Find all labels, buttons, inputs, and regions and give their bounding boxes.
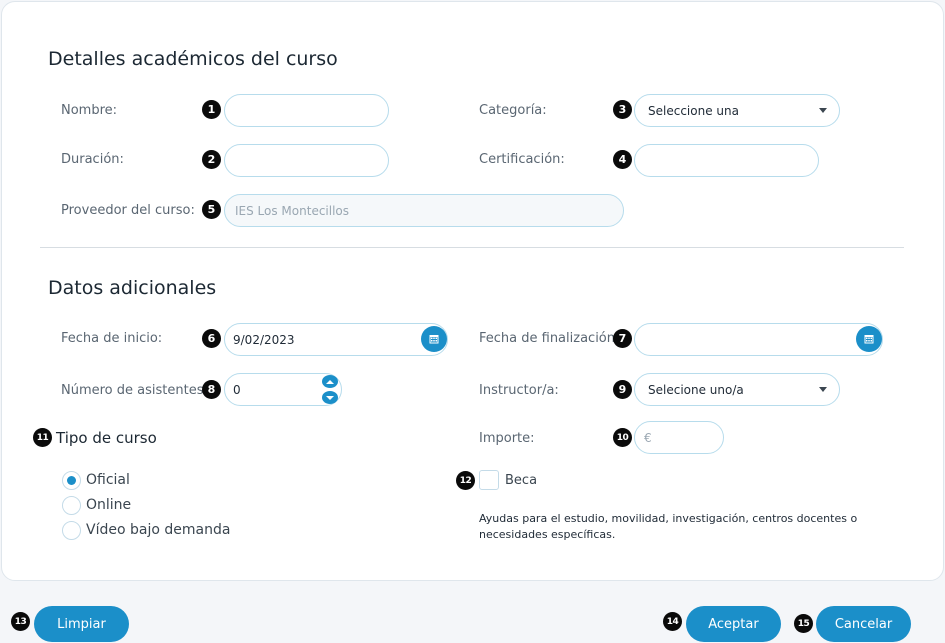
categoria-select[interactable]: Seleccione una [634,94,840,127]
fecha-fin-label: Fecha de finalización: [479,331,620,346]
instructor-select[interactable]: Selecione uno/a [634,373,840,406]
categoria-label: Categoría: [479,103,547,118]
chevron-up-icon [326,379,334,384]
asistentes-value: 0 [233,382,241,397]
chevron-down-icon [326,395,334,400]
asistentes-label: Número de asistentes: [61,383,208,398]
certificacion-input[interactable] [634,144,819,177]
calendar-button-fin[interactable] [856,326,882,352]
nombre-input[interactable] [224,94,389,127]
badge-9: 9 [613,380,632,399]
proveedor-value: IES Los Montecillos [235,203,350,218]
badge-4: 4 [613,150,632,169]
beca-checkbox[interactable] [479,470,499,490]
proveedor-label: Proveedor del curso: [61,203,195,218]
tipo-curso-label: Tipo de curso [56,429,157,447]
badge-10: 10 [613,428,632,447]
importe-label: Importe: [479,431,535,446]
beca-label[interactable]: Beca [505,473,537,488]
instructor-selected-value: Selecione uno/a [648,382,744,397]
duracion-input[interactable] [224,144,389,177]
calendar-icon [429,335,439,344]
badge-6: 6 [202,329,221,348]
aceptar-button[interactable]: Aceptar [686,606,781,642]
radio-online-label[interactable]: Online [86,497,131,513]
radio-selected-dot [67,476,76,485]
badge-7: 7 [613,329,632,348]
badge-8: 8 [202,380,221,399]
limpiar-button[interactable]: Limpiar [34,606,129,642]
section-divider [40,247,904,248]
badge-2: 2 [202,150,221,169]
badge-15: 15 [794,614,813,633]
badge-11: 11 [33,428,52,447]
chevron-down-icon [819,108,827,113]
section-title-additional: Datos adicionales [48,277,217,299]
importe-input[interactable]: € [634,421,724,454]
fecha-inicio-label: Fecha de inicio: [61,331,163,346]
badge-3: 3 [613,100,632,119]
cancelar-button[interactable]: Cancelar [816,606,911,642]
increment-button[interactable] [322,375,338,388]
badge-13: 13 [11,612,30,631]
badge-14: 14 [663,612,682,631]
fecha-inicio-value: 9/02/2023 [233,332,295,347]
fecha-fin-input[interactable] [634,323,883,356]
instructor-label: Instructor/a: [479,383,559,398]
beca-help-text: Ayudas para el estudio, movilidad, inves… [479,512,858,541]
section-title-academic: Detalles académicos del curso [48,48,338,70]
radio-oficial[interactable] [62,471,81,490]
badge-12: 12 [456,471,475,490]
badge-1: 1 [202,100,221,119]
certificacion-label: Certificación: [479,152,565,167]
duracion-label: Duración: [61,152,124,167]
nombre-label: Nombre: [61,103,118,118]
radio-video-label[interactable]: Vídeo bajo demanda [86,522,230,538]
badge-5: 5 [202,200,221,219]
radio-online[interactable] [62,496,81,515]
proveedor-input: IES Los Montecillos [224,194,624,227]
importe-placeholder: € [644,430,652,445]
radio-video-bajo-demanda[interactable] [62,521,81,540]
categoria-selected-value: Seleccione una [648,103,739,118]
radio-oficial-label[interactable]: Oficial [86,472,130,488]
calendar-icon [864,335,874,344]
decrement-button[interactable] [322,391,338,404]
calendar-button-inicio[interactable] [421,326,447,352]
chevron-down-icon [819,387,827,392]
fecha-inicio-input[interactable]: 9/02/2023 [224,323,448,356]
